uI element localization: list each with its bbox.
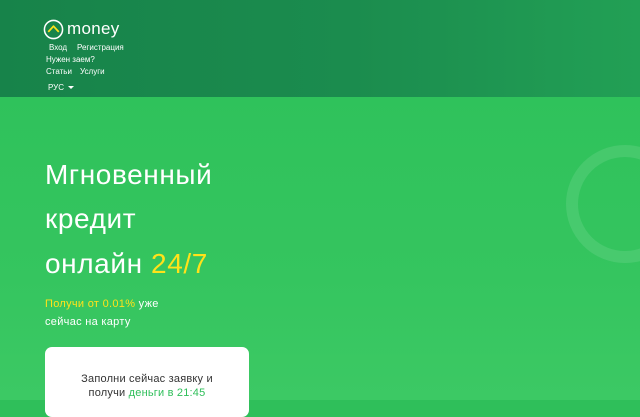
language-selector[interactable]: РУС — [48, 83, 75, 92]
need-loan-link[interactable]: Нужен заем? — [46, 55, 95, 65]
chevron-down-icon — [68, 86, 75, 89]
card-line2: получи деньги в 21:45 — [45, 386, 249, 400]
hero-title-accent: 24/7 — [151, 248, 208, 279]
brand-name: money — [67, 19, 120, 38]
logo-icon — [43, 19, 64, 39]
language-label: РУС — [48, 83, 65, 92]
articles-link[interactable]: Статьи — [46, 67, 72, 77]
rate-highlight: Получи от 0.01% — [45, 298, 136, 310]
hero-title-line3: онлайн 24/7 — [45, 248, 208, 280]
card-time-highlight: деньги в 21:45 — [128, 387, 206, 399]
card-line2-pre: получи — [88, 387, 126, 399]
card-line1: Заполни сейчас заявку и — [81, 373, 213, 385]
hero-subtitle-line1: Получи от 0.01% уже — [45, 297, 159, 311]
register-link[interactable]: Регистрация — [77, 43, 124, 53]
subtitle-rest: уже — [138, 298, 159, 310]
hero-subtitle-line2: сейчас на карту — [45, 316, 131, 328]
hero-title-word: онлайн — [45, 248, 143, 279]
application-card[interactable]: Заполни сейчас заявку и получи деньги в … — [45, 347, 249, 417]
login-link[interactable]: Вход — [49, 43, 67, 53]
hero-title-line1: Мгновенный — [45, 159, 213, 190]
logo[interactable]: money — [43, 18, 120, 40]
services-link[interactable]: Услуги — [80, 67, 105, 77]
hero-title-line2: кредит — [45, 203, 137, 234]
decorative-ring — [566, 145, 640, 263]
